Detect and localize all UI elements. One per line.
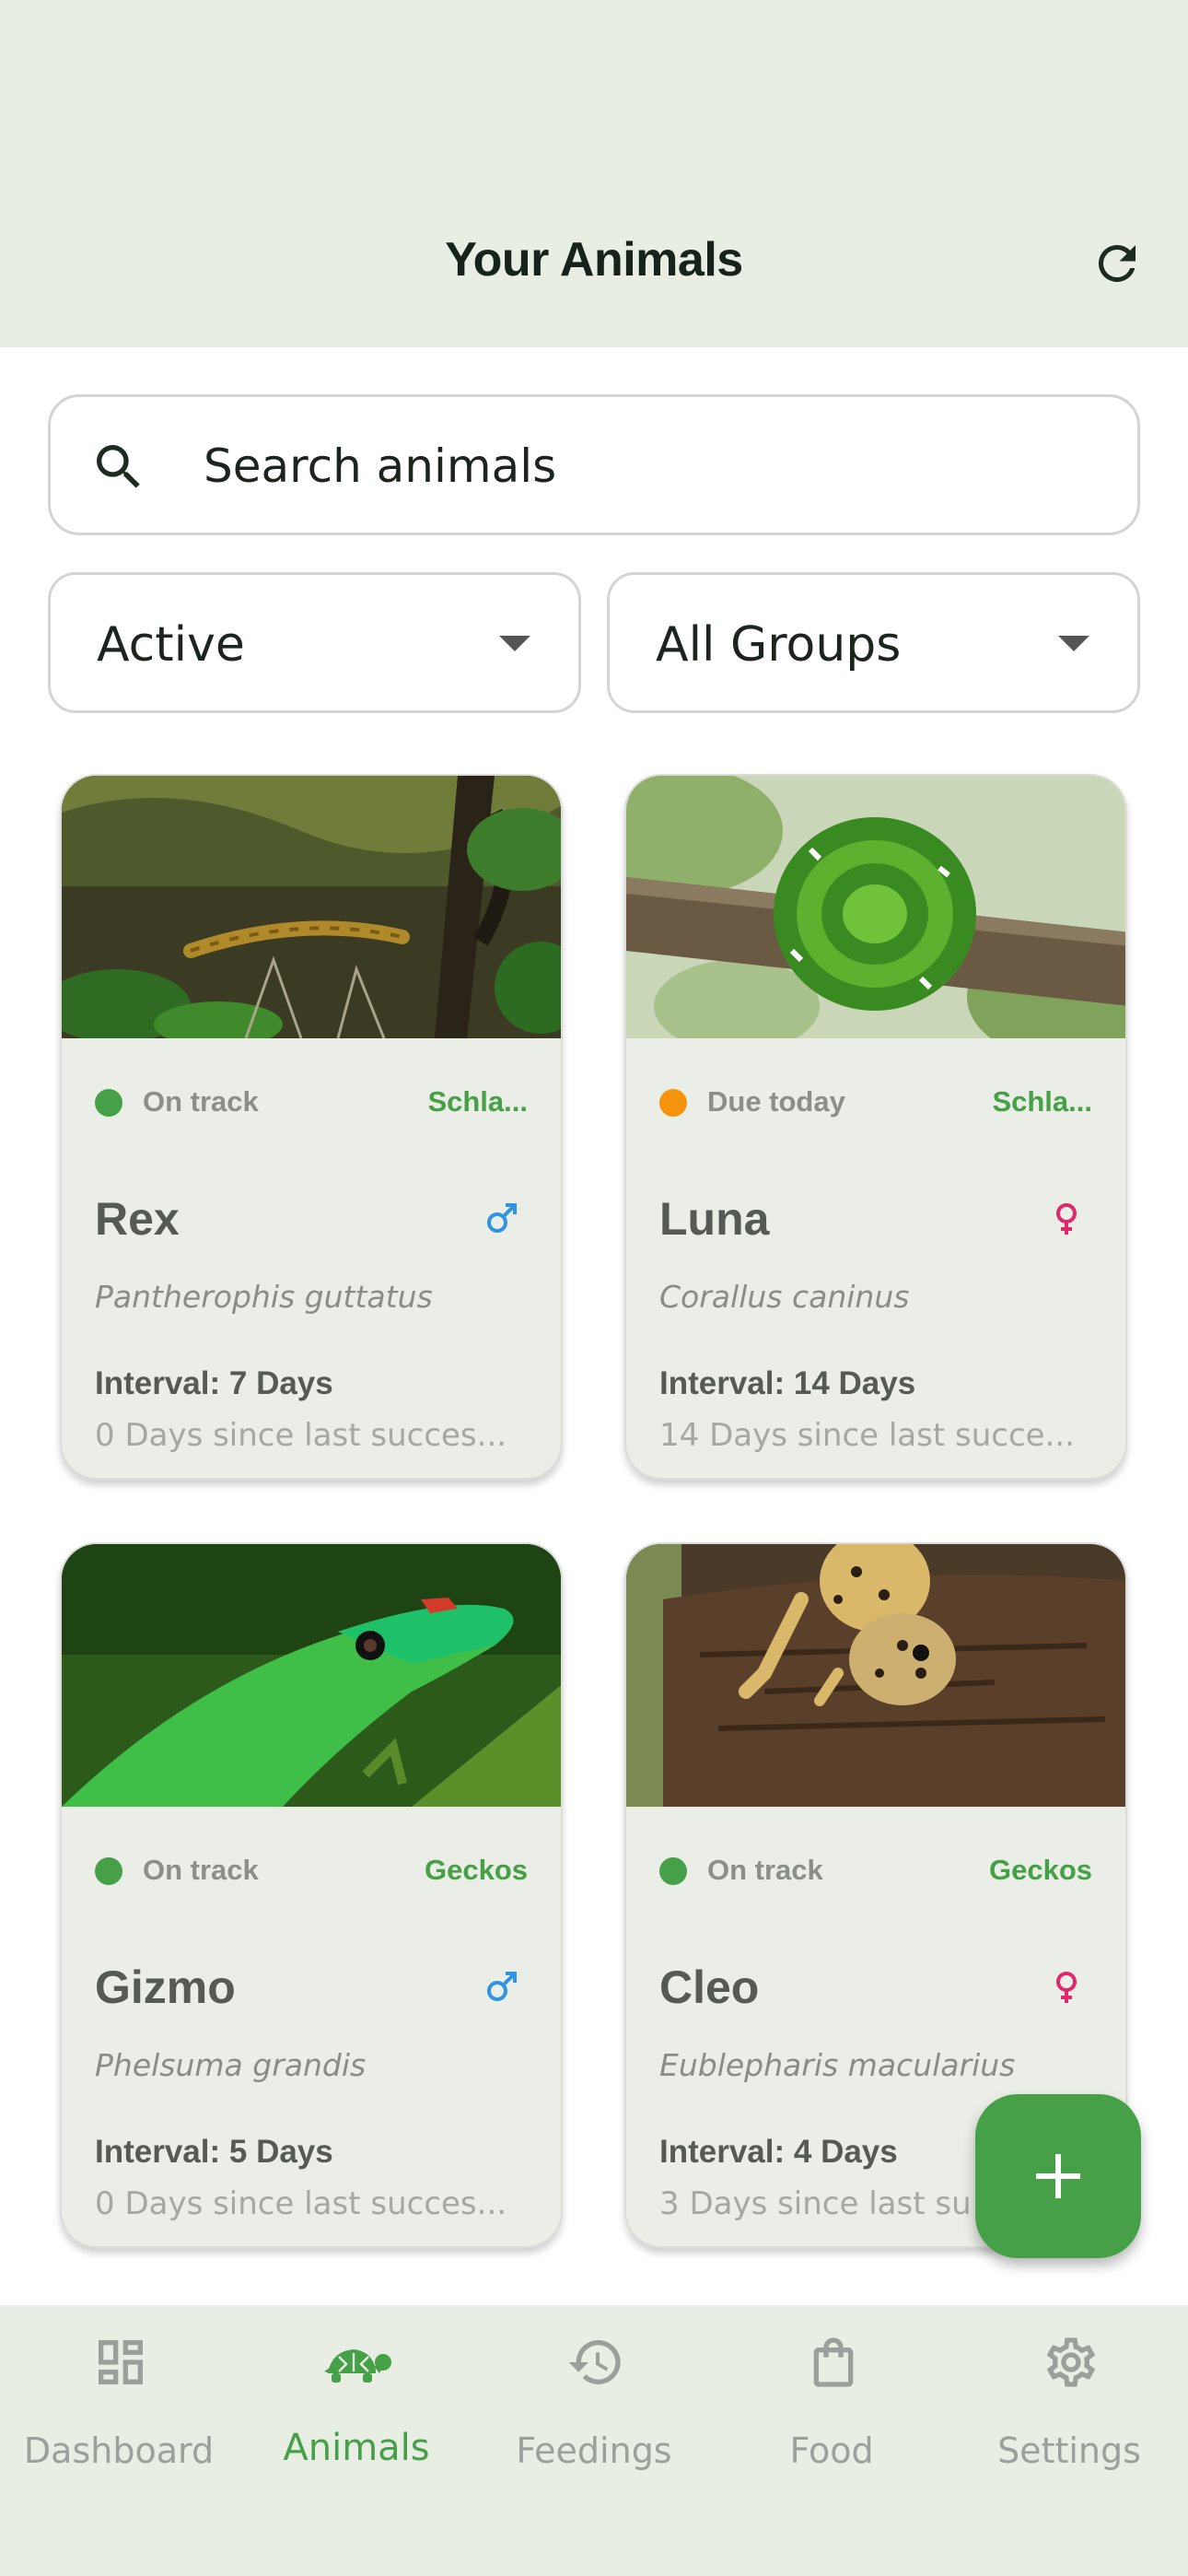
nav-label: Settings — [997, 2430, 1141, 2471]
male-icon — [487, 1203, 517, 1233]
status-text: On track — [143, 1854, 259, 1886]
app-header: Your Animals — [0, 0, 1188, 347]
species-name: Pantherophis guttatus — [95, 1279, 433, 1315]
animal-card-gizmo[interactable]: On track Geckos Gizmo Phelsuma grandis I… — [60, 1542, 563, 2248]
female-icon — [1056, 1972, 1077, 2003]
species-name: Phelsuma grandis — [95, 2047, 367, 2083]
refresh-icon[interactable] — [1089, 236, 1145, 291]
nav-label: Animals — [283, 2427, 430, 2469]
status-indicator — [95, 1089, 122, 1117]
turtle-icon — [324, 2349, 391, 2383]
status-indicator — [659, 1857, 687, 1885]
status-text: Due today — [707, 1085, 845, 1118]
animal-card-rex[interactable]: On track Schla... Rex Pantherophis gutta… — [60, 774, 563, 1480]
nav-item-settings[interactable]: Settings — [950, 2305, 1188, 2508]
plus-icon — [1036, 2154, 1080, 2198]
male-icon — [487, 1972, 517, 2001]
group-label: Schla... — [427, 1085, 528, 1118]
search-field[interactable] — [48, 394, 1140, 535]
add-animal-button[interactable] — [975, 2094, 1141, 2258]
animal-photo — [62, 1544, 561, 1807]
nav-item-feedings[interactable]: Feedings — [475, 2305, 713, 2508]
group-label: Geckos — [424, 1854, 528, 1886]
gear-icon — [1047, 2337, 1095, 2387]
group-label: Geckos — [988, 1854, 1092, 1886]
group-filter-dropdown[interactable]: All Groups — [607, 572, 1140, 713]
animal-photo — [62, 776, 561, 1038]
animal-photo — [626, 1544, 1125, 1807]
feeding-interval: Interval: 5 Days — [95, 2134, 333, 2170]
search-icon — [97, 445, 140, 488]
female-icon — [1056, 1203, 1077, 1235]
status-text: On track — [143, 1085, 259, 1118]
bottom-navigation: Dashboard Animals Feedings Food Settings — [0, 2305, 1188, 2576]
nav-item-food[interactable]: Food — [713, 2305, 950, 2508]
days-since-feeding: 0 Days since last succes... — [95, 1417, 507, 1454]
nav-item-dashboard[interactable]: Dashboard — [0, 2305, 238, 2508]
animal-name: Rex — [95, 1193, 180, 1245]
species-name: Corallus caninus — [659, 1279, 910, 1315]
shopping-bag-icon — [813, 2337, 854, 2387]
status-filter-value: Active — [97, 617, 245, 673]
search-input[interactable] — [204, 425, 1106, 508]
chevron-down-icon — [1058, 636, 1089, 651]
group-label: Schla... — [992, 1085, 1092, 1118]
nav-label: Food — [789, 2430, 874, 2471]
species-name: Eublepharis macularius — [659, 2047, 1016, 2083]
feeding-interval: Interval: 14 Days — [659, 1365, 916, 1401]
animal-name: Gizmo — [95, 1961, 236, 2013]
page-title: Your Animals — [445, 233, 743, 287]
animal-name: Cleo — [659, 1961, 760, 2013]
days-since-feeding: 0 Days since last succes... — [95, 2185, 507, 2222]
animal-name: Luna — [659, 1193, 770, 1245]
animal-photo — [626, 776, 1125, 1038]
history-icon — [568, 2340, 621, 2384]
nav-label: Feedings — [516, 2430, 672, 2471]
group-filter-value: All Groups — [656, 617, 902, 673]
feeding-interval: Interval: 7 Days — [95, 1365, 333, 1401]
nav-label: Dashboard — [23, 2430, 215, 2471]
feeding-interval: Interval: 4 Days — [659, 2134, 898, 2170]
nav-item-animals[interactable]: Animals — [238, 2305, 475, 2508]
status-indicator — [659, 1089, 687, 1117]
days-since-feeding: 14 Days since last succe... — [659, 1417, 1075, 1454]
dashboard-icon — [99, 2340, 143, 2384]
chevron-down-icon — [499, 636, 530, 651]
status-filter-dropdown[interactable]: Active — [48, 572, 581, 713]
status-text: On track — [707, 1854, 823, 1886]
status-indicator — [95, 1857, 122, 1885]
animal-card-luna[interactable]: Due today Schla... Luna Corallus caninus… — [624, 774, 1127, 1480]
